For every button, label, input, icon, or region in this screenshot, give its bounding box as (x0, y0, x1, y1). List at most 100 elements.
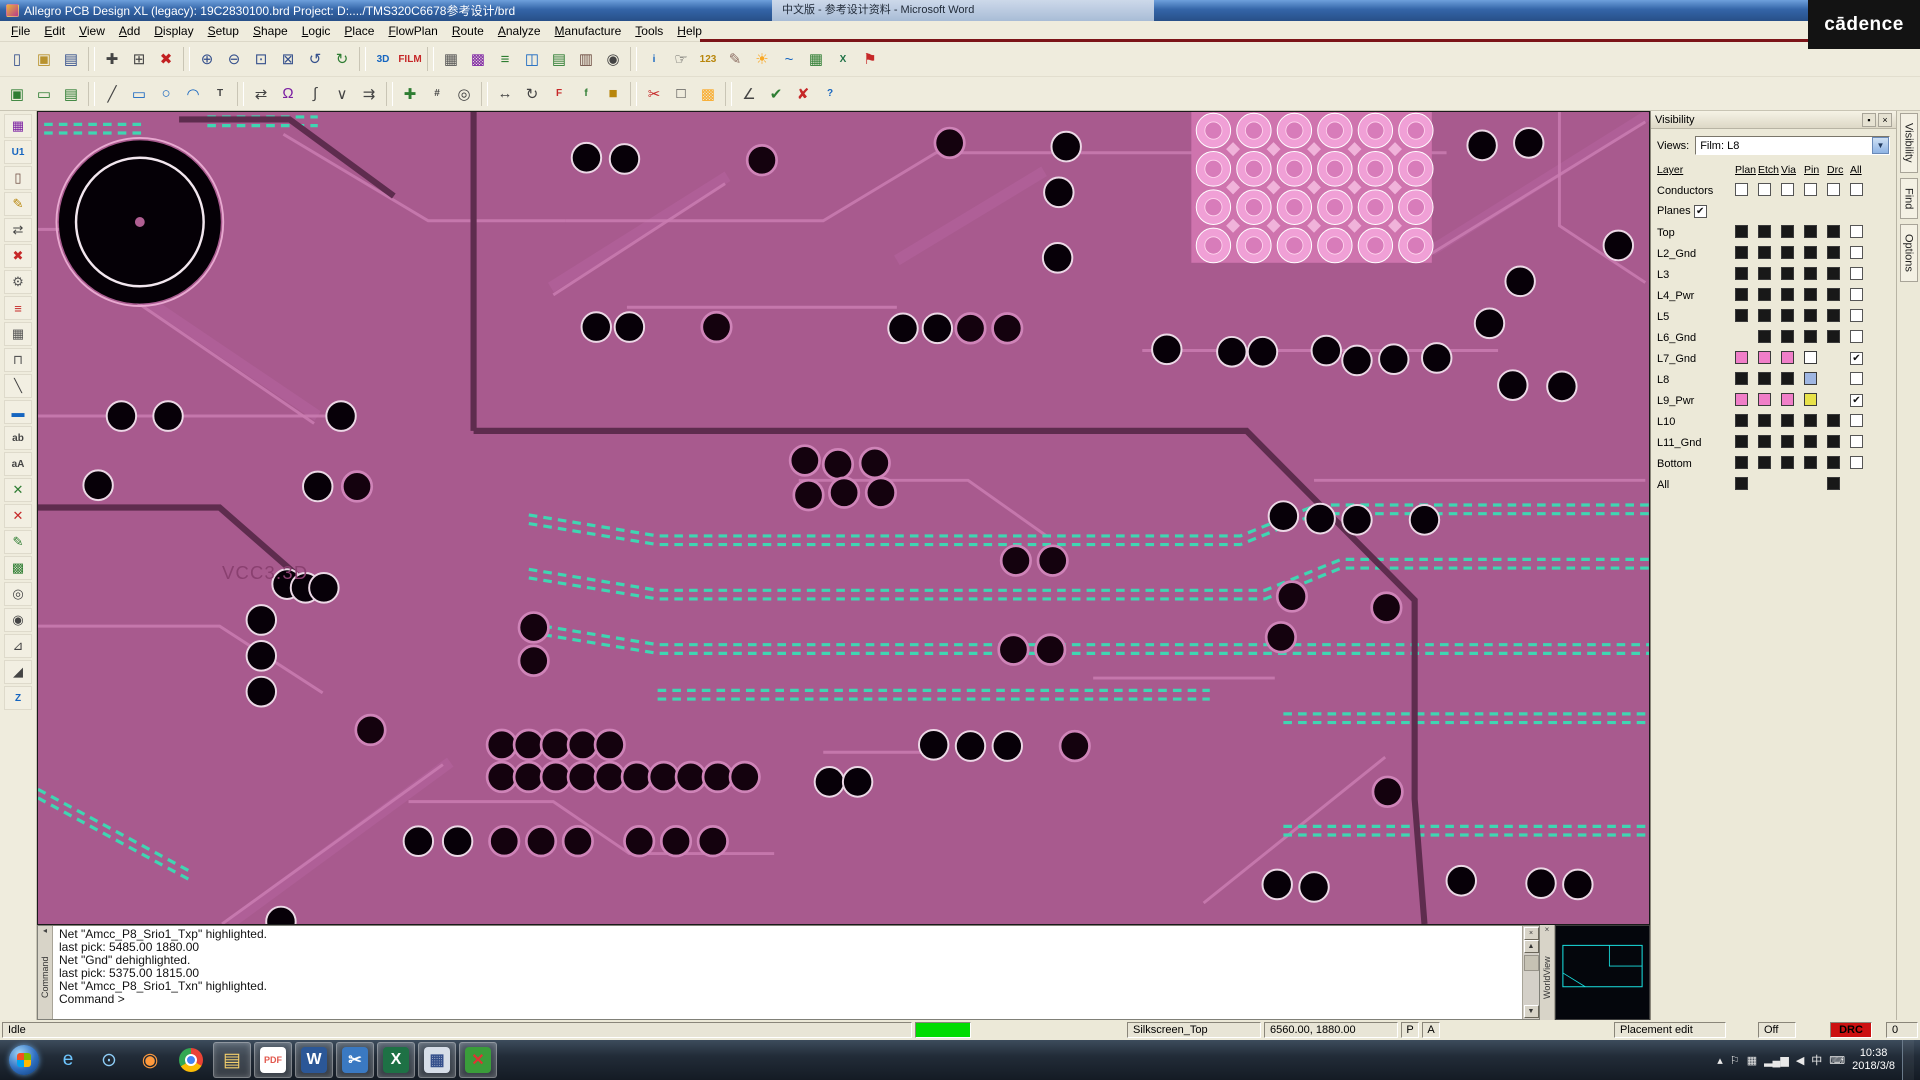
menu-setup[interactable]: Setup (201, 22, 246, 40)
zoom-by-points-icon[interactable]: ⊡ (248, 46, 274, 72)
view-3d-icon[interactable]: 3D (370, 46, 396, 72)
pin-icon[interactable]: ◉ (600, 46, 626, 72)
delete-tool-icon[interactable]: ✖ (4, 244, 32, 268)
layer-all-checkbox[interactable] (1850, 371, 1863, 385)
board-outline-icon[interactable]: ▭ (31, 81, 57, 107)
layer-color-swatch[interactable] (1781, 329, 1794, 343)
layer-all-checkbox[interactable]: ✔ (1850, 394, 1863, 407)
close-icon[interactable]: × (1878, 112, 1892, 127)
pcb-canvas[interactable]: VCC3.3D (37, 111, 1650, 925)
console-close-icon[interactable]: × (1523, 927, 1539, 940)
layer-color-swatch[interactable] (1758, 308, 1771, 322)
color-dialog-icon[interactable]: ▩ (465, 46, 491, 72)
tray-icon[interactable]: ⚐ (1730, 1054, 1740, 1067)
dehighlight-icon[interactable]: □ (668, 81, 694, 107)
layer-color-swatch[interactable] (1735, 245, 1748, 259)
layer-color-swatch[interactable] (1804, 434, 1817, 448)
layer-color-swatch[interactable] (1781, 413, 1794, 427)
layer-all-checkbox[interactable] (1850, 308, 1863, 322)
layer-color-swatch[interactable] (1758, 350, 1771, 364)
layer-color-swatch[interactable] (1758, 287, 1771, 301)
fix-icon[interactable]: F (546, 81, 572, 107)
layer-color-swatch[interactable] (1735, 308, 1748, 322)
active-class-indicator[interactable]: Silkscreen_Top (1127, 1022, 1261, 1038)
slide-icon[interactable]: ⇄ (248, 81, 274, 107)
layer-color-swatch[interactable] (1804, 329, 1817, 343)
layer-color-swatch[interactable] (1758, 224, 1771, 238)
console-scrollbar[interactable]: × ▲ ▼ (1522, 926, 1539, 1019)
place-module-icon[interactable]: ▯ (4, 166, 32, 190)
layer-color-swatch[interactable] (1758, 413, 1771, 427)
column-header-pin[interactable]: Pin (1804, 164, 1827, 176)
rect-tool-icon[interactable]: ▬ (4, 400, 32, 424)
edge-tab-find[interactable]: Find (1899, 177, 1918, 219)
place-part-icon[interactable]: U1 (4, 140, 32, 164)
zoom-out-icon[interactable]: ⊖ (221, 46, 247, 72)
menu-shape[interactable]: Shape (246, 22, 295, 40)
taskbar-calc-icon[interactable]: ▦ (418, 1042, 456, 1078)
worldview-tab[interactable]: × WorldView (1540, 925, 1555, 1020)
console-output[interactable]: Net "Amcc_P8_Srio1_Txp" highlighted. last… (53, 926, 1522, 1019)
add-rect-icon[interactable]: ▭ (126, 81, 152, 107)
layer-color-swatch[interactable] (1804, 308, 1817, 322)
layer-color-swatch[interactable] (1735, 350, 1748, 364)
mounting-hole[interactable] (55, 137, 225, 307)
menu-place[interactable]: Place (337, 22, 381, 40)
layer-all-checkbox[interactable] (1850, 224, 1863, 238)
worldview-close-icon[interactable]: × (1545, 925, 1550, 935)
excel-icon[interactable]: X (830, 46, 856, 72)
etch-edit-icon[interactable]: ✎ (4, 192, 32, 216)
layer-color-swatch[interactable] (1781, 287, 1794, 301)
start-button[interactable] (2, 1041, 46, 1079)
column-header-plan[interactable]: Plan (1735, 164, 1758, 176)
taskbar-snip-icon[interactable]: ✂ (336, 1042, 374, 1078)
pin-icon[interactable]: ▪ (1862, 112, 1876, 127)
worldview-viewport[interactable] (1555, 925, 1650, 1020)
scroll-down-icon[interactable]: ▼ (1523, 1005, 1539, 1018)
menu-manufacture[interactable]: Manufacture (548, 22, 629, 40)
views-dropdown[interactable]: Film: L8 ▼ (1695, 136, 1890, 155)
layer-color-swatch[interactable] (1804, 371, 1817, 385)
column-header-all[interactable]: All (1850, 164, 1873, 176)
layer-color-swatch[interactable] (1735, 434, 1748, 448)
list-icon[interactable]: ≡ (4, 296, 32, 320)
add-line-icon[interactable]: ╱ (99, 81, 125, 107)
column-header-etch[interactable]: Etch (1758, 164, 1781, 176)
waveform-icon[interactable]: ~ (776, 46, 802, 72)
a-toggle[interactable]: A (1422, 1022, 1440, 1038)
fanout-icon[interactable]: # (424, 81, 450, 107)
layer-all-checkbox[interactable] (1850, 287, 1863, 301)
zoom-fit-icon[interactable]: ⊠ (275, 46, 301, 72)
menu-add[interactable]: Add (112, 22, 147, 40)
conductors-checkbox[interactable] (1758, 182, 1771, 196)
layer-color-swatch[interactable] (1781, 434, 1794, 448)
column-header-via[interactable]: Via (1781, 164, 1804, 176)
help-icon[interactable]: ? (817, 81, 843, 107)
design-icon[interactable]: ▦ (4, 114, 32, 138)
layer-color-swatch[interactable] (1758, 392, 1771, 406)
conductors-checkbox[interactable] (1850, 182, 1863, 196)
clamp-icon[interactable]: ⊓ (4, 348, 32, 372)
padstack-icon[interactable]: ◫ (519, 46, 545, 72)
layer-color-swatch[interactable] (1735, 266, 1748, 280)
wrench-icon[interactable]: ⚙ (4, 270, 32, 294)
taskbar-ie-icon[interactable]: e (49, 1042, 87, 1078)
layer-color-swatch[interactable] (1827, 308, 1840, 322)
layer-color-swatch[interactable] (1804, 266, 1817, 280)
route-green-icon[interactable]: ✕ (4, 478, 32, 502)
layer-color-swatch[interactable] (1804, 413, 1817, 427)
grid-icon[interactable]: ▦ (4, 322, 32, 346)
board-green-icon[interactable]: ▣ (4, 81, 30, 107)
tray-icon[interactable]: ▴ (1717, 1054, 1723, 1067)
layer-color-swatch[interactable] (1781, 350, 1794, 364)
layer-color-swatch[interactable] (1827, 455, 1840, 469)
layer-color-swatch[interactable] (1827, 266, 1840, 280)
info-icon[interactable]: i (641, 46, 667, 72)
edge-tab-visibility[interactable]: Visibility (1899, 113, 1918, 173)
spin-icon[interactable]: ↻ (519, 81, 545, 107)
scroll-up-icon[interactable]: ▲ (1523, 940, 1539, 953)
menu-view[interactable]: View (72, 22, 112, 40)
spread-icon[interactable]: ⇉ (356, 81, 382, 107)
layer-color-swatch[interactable] (1827, 245, 1840, 259)
zoom-previous-icon[interactable]: ↺ (302, 46, 328, 72)
